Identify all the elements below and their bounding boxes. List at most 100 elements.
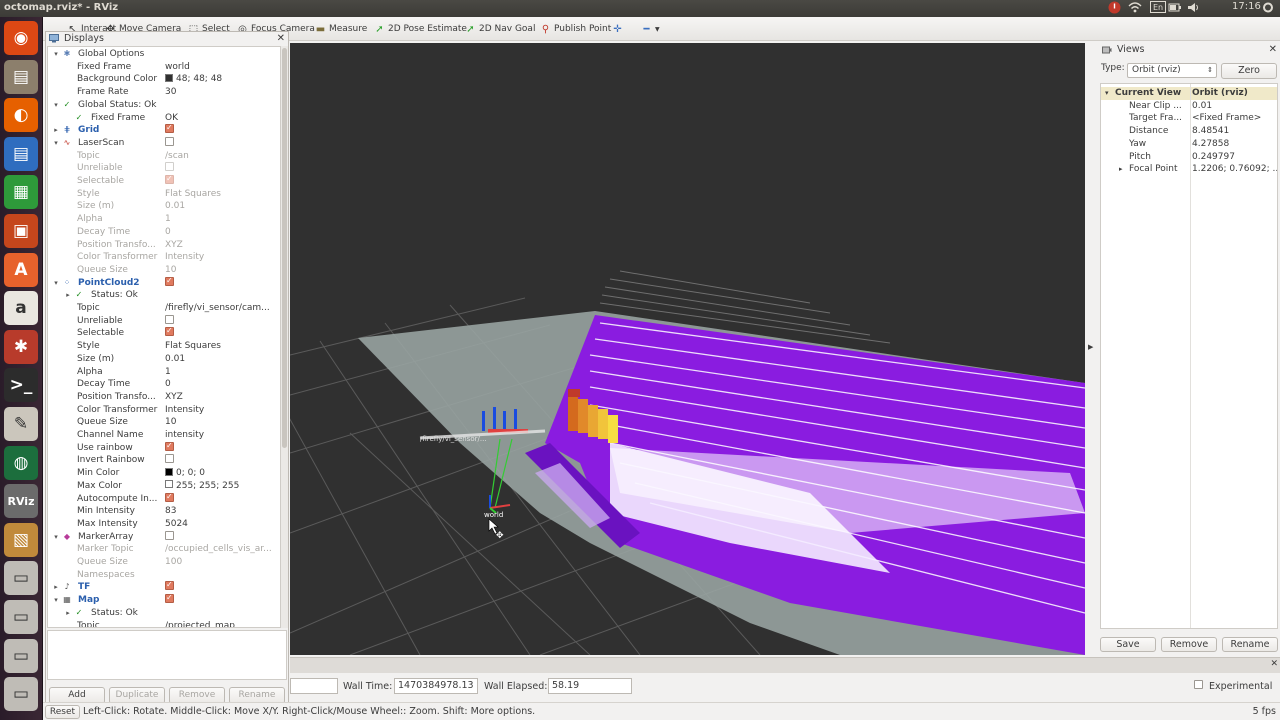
view-property-value[interactable]: 4.27858 (1192, 138, 1277, 151)
property-value[interactable]: 1 (165, 366, 277, 379)
pose-estimate-tool[interactable]: ➚ 2D Pose Estimate (374, 22, 467, 36)
drive-icon[interactable]: ▭ (4, 638, 38, 673)
property-value[interactable] (165, 492, 277, 506)
display-row[interactable]: Min Color 0; 0; 0 (48, 467, 280, 480)
display-row[interactable]: Size (m) 0.01 (48, 200, 280, 213)
property-value[interactable]: 0.01 (165, 200, 277, 213)
rviz-icon[interactable]: RViz (4, 484, 38, 519)
property-value[interactable]: 30 (165, 86, 277, 99)
checkbox[interactable] (165, 175, 174, 186)
display-row[interactable]: ▾ ⁘ PointCloud2 (48, 276, 280, 290)
property-value[interactable]: /scan (165, 150, 277, 163)
wall-elapsed-field[interactable]: 58.19 (548, 678, 632, 694)
close-icon[interactable]: ✕ (1270, 659, 1278, 669)
remove-tool-button[interactable]: ━ ▼ (641, 22, 659, 36)
display-row[interactable]: Background Color 48; 48; 48 (48, 73, 280, 86)
property-value[interactable]: 0; 0; 0 (165, 467, 277, 480)
power-icon[interactable] (1108, 1, 1121, 16)
property-value[interactable]: intensity (165, 429, 277, 442)
checkbox[interactable] (165, 581, 174, 592)
display-row[interactable]: Channel Name intensity (48, 429, 280, 442)
view-property-value[interactable]: <Fixed Frame> (1192, 112, 1277, 125)
displays-scrollbar[interactable] (281, 46, 288, 628)
system-gear-icon[interactable] (1262, 1, 1274, 16)
checkbox[interactable] (165, 136, 174, 146)
files-icon[interactable]: ▤ (4, 59, 38, 94)
display-row[interactable]: Unreliable (48, 314, 280, 328)
display-row[interactable]: Alpha 1 (48, 213, 280, 226)
checkbox[interactable] (165, 530, 174, 540)
measure-tool[interactable]: ▬ Measure (315, 22, 367, 36)
display-row[interactable]: Topic/scan (48, 150, 280, 163)
publish-point-tool[interactable]: ⚲ Publish Point (540, 22, 611, 36)
scene-canvas[interactable]: /firefly/vi_sensor/... world ✥ (290, 43, 1085, 655)
firefox-icon[interactable]: ◐ (4, 98, 38, 133)
scrollbar-thumb[interactable] (282, 48, 287, 448)
property-value[interactable]: Intensity (165, 251, 277, 264)
chevron-right-icon[interactable]: ▸ (1119, 163, 1123, 176)
property-value[interactable]: Intensity (165, 404, 277, 417)
checkbox[interactable] (165, 594, 174, 605)
property-value[interactable] (165, 136, 277, 150)
calc-icon[interactable]: ▦ (4, 175, 38, 210)
checkbox[interactable] (165, 492, 174, 503)
collapse-arrow-icon[interactable]: ▶ (1088, 343, 1093, 351)
display-row[interactable]: Queue Size 10 (48, 416, 280, 429)
display-row[interactable]: Color Transformer Intensity (48, 251, 280, 264)
display-row[interactable]: Selectable (48, 327, 280, 340)
property-value[interactable]: 100 (165, 556, 277, 569)
save-view-button[interactable]: Save (1100, 637, 1156, 652)
rename-view-button[interactable]: Rename (1222, 637, 1278, 652)
chevron-right-icon[interactable]: ▸ (64, 607, 72, 620)
display-row[interactable]: Topic/firefly/vi_sensor/cam... (48, 302, 280, 315)
property-value[interactable]: XYZ (165, 239, 277, 252)
volume-icon[interactable] (1187, 1, 1200, 16)
close-icon[interactable]: ✕ (277, 32, 285, 46)
property-value[interactable] (165, 124, 277, 137)
property-value[interactable] (165, 530, 277, 544)
terminal-icon[interactable]: >_ (4, 368, 38, 403)
checkbox[interactable] (165, 314, 174, 324)
property-value[interactable] (165, 594, 277, 607)
display-row[interactable]: Alpha 1 (48, 366, 280, 379)
reset-button[interactable]: Reset (45, 705, 80, 719)
splitter[interactable]: ▶ (1086, 43, 1098, 655)
text-editor-icon[interactable]: ✎ (4, 407, 38, 441)
display-row[interactable]: ▸ ⋕ Grid (48, 124, 280, 137)
close-icon[interactable]: ✕ (1269, 43, 1277, 57)
property-value[interactable]: 5024 (165, 518, 277, 531)
add-tool-button[interactable]: ✛ (612, 22, 623, 36)
ubuntu-dash-icon[interactable]: ◉ (4, 21, 38, 55)
display-row[interactable]: Invert Rainbow (48, 454, 280, 467)
property-value[interactable]: 83 (165, 505, 277, 518)
chevron-right-icon[interactable]: ▸ (52, 581, 60, 594)
remove-view-button[interactable]: Remove (1161, 637, 1217, 652)
chevron-down-icon[interactable]: ▾ (52, 48, 60, 61)
view-property-value[interactable]: 0.01 (1192, 100, 1277, 113)
settings-icon[interactable]: ✱ (4, 329, 38, 364)
property-value[interactable]: Flat Squares (165, 340, 277, 353)
property-value[interactable]: /projected_map (165, 620, 277, 628)
property-value[interactable] (165, 314, 277, 328)
view-property-value[interactable]: 1.2206; 0.76092; ... (1192, 163, 1277, 176)
drive-icon[interactable]: ▭ (4, 600, 38, 634)
checkbox[interactable] (165, 441, 174, 452)
nav-goal-tool[interactable]: ➚ 2D Nav Goal (465, 22, 535, 36)
property-value[interactable] (165, 276, 277, 290)
chevron-right-icon[interactable]: ▸ (52, 124, 60, 137)
property-value[interactable]: 1 (165, 213, 277, 226)
chevron-down-icon[interactable]: ▾ (52, 531, 60, 544)
writer-icon[interactable]: ▤ (4, 136, 38, 171)
globe-icon[interactable]: ◍ (4, 445, 38, 480)
software-center-icon[interactable]: A (4, 252, 38, 287)
display-row[interactable]: ▾ ✓ Global Status: Ok (48, 99, 280, 112)
display-row[interactable]: ▸ ✓ Status: Ok (48, 289, 280, 302)
display-row[interactable]: Decay Time 0 (48, 226, 280, 239)
checkbox[interactable] (165, 454, 174, 464)
property-value[interactable] (165, 327, 277, 340)
drive-icon[interactable]: ▭ (4, 677, 38, 712)
display-row[interactable]: Position Transfo... XYZ (48, 239, 280, 252)
box-icon[interactable]: ▧ (4, 522, 38, 557)
chevron-right-icon[interactable]: ▸ (64, 289, 72, 302)
display-row[interactable]: Max Color 255; 255; 255 (48, 480, 280, 493)
